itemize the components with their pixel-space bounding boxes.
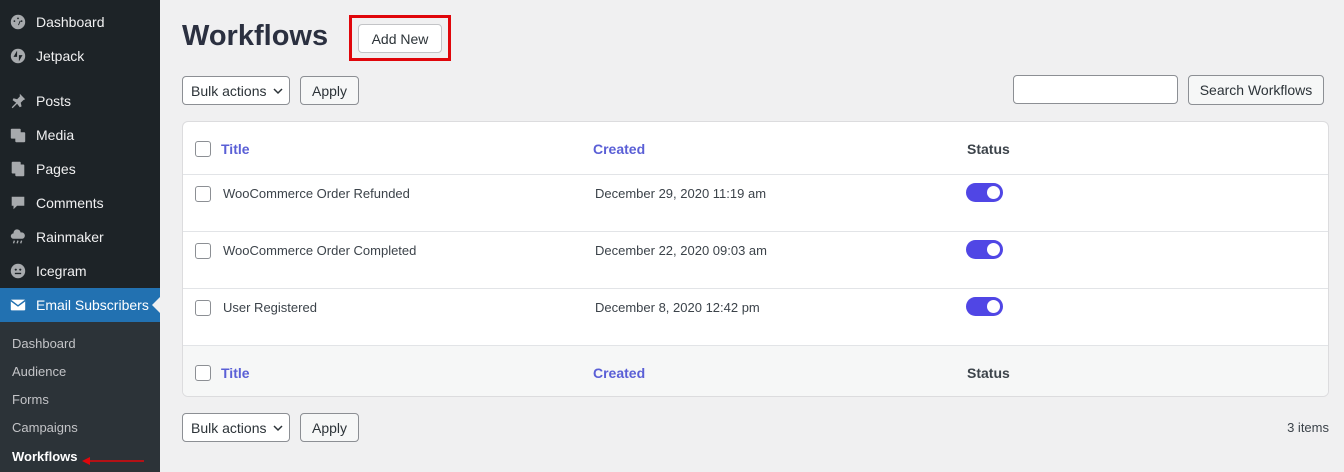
status-toggle[interactable] — [966, 183, 1003, 202]
email-icon — [10, 299, 26, 311]
submenu-campaigns[interactable]: Campaigns — [12, 420, 78, 435]
column-created-sort[interactable]: Created — [593, 141, 645, 157]
table-row: User Registered December 8, 2020 12:42 p… — [183, 289, 1328, 345]
menu-item-media[interactable]: Media — [0, 118, 160, 152]
table-row: WooCommerce Order Refunded December 29, … — [183, 175, 1328, 232]
apply-button-bottom[interactable]: Apply — [300, 413, 359, 442]
apply-button-top[interactable]: Apply — [300, 76, 359, 105]
search-workflows-button[interactable]: Search Workflows — [1188, 75, 1324, 105]
column-title-sort[interactable]: Title — [221, 141, 250, 157]
status-toggle[interactable] — [966, 297, 1003, 316]
media-icon — [10, 128, 26, 143]
status-toggle[interactable] — [966, 240, 1003, 259]
icegram-icon — [10, 263, 26, 279]
table-footer-row: Title Created Status — [183, 345, 1328, 396]
admin-sidebar: Dashboard Jetpack Posts Media Pages Comm… — [0, 0, 160, 472]
column-title-sort-footer[interactable]: Title — [221, 365, 250, 381]
pages-icon — [11, 161, 25, 177]
email-subscribers-submenu: Dashboard Audience Forms Campaigns Workf… — [0, 322, 160, 472]
pin-icon — [11, 93, 26, 109]
menu-item-jetpack[interactable]: Jetpack — [0, 39, 160, 73]
menu-item-label: Icegram — [36, 263, 87, 279]
comments-icon — [11, 196, 25, 210]
column-status: Status — [967, 141, 1010, 157]
menu-item-icegram[interactable]: Icegram — [0, 254, 160, 288]
menu-item-pages[interactable]: Pages — [0, 152, 160, 186]
bulk-actions-select-top[interactable]: Bulk actions — [182, 76, 290, 105]
column-created-sort-footer[interactable]: Created — [593, 365, 645, 381]
submenu-workflows[interactable]: Workflows — [12, 449, 78, 464]
menu-item-comments[interactable]: Comments — [0, 186, 160, 220]
page-title: Workflows — [182, 20, 329, 52]
menu-item-label: Rainmaker — [36, 229, 104, 245]
menu-item-label: Email Subscribers — [36, 297, 149, 313]
menu-item-label: Dashboard — [36, 14, 105, 30]
menu-item-label: Pages — [36, 161, 76, 177]
bulk-actions-label: Bulk actions — [191, 419, 267, 436]
toggle-knob — [987, 300, 1000, 313]
workflow-created: December 22, 2020 09:03 am — [595, 243, 767, 258]
dashboard-icon — [10, 14, 26, 30]
select-all-checkbox[interactable] — [195, 141, 211, 157]
submenu-dashboard[interactable]: Dashboard — [12, 336, 76, 351]
row-checkbox[interactable] — [195, 243, 211, 259]
column-status-footer: Status — [967, 365, 1010, 381]
chevron-down-icon — [273, 424, 284, 431]
workflow-created: December 29, 2020 11:19 am — [595, 186, 767, 201]
toggle-knob — [987, 243, 1000, 256]
items-count: 3 items — [1287, 420, 1329, 435]
submenu-forms[interactable]: Forms — [12, 392, 49, 407]
bulk-actions-label: Bulk actions — [191, 82, 267, 99]
menu-item-email-subscribers[interactable]: Email Subscribers — [0, 288, 160, 322]
menu-item-dashboard[interactable]: Dashboard — [0, 5, 160, 39]
workflow-title[interactable]: WooCommerce Order Completed — [223, 243, 416, 258]
workflows-table: Title Created Status WooCommerce Order R… — [182, 121, 1329, 397]
chevron-down-icon — [273, 87, 284, 94]
menu-item-posts[interactable]: Posts — [0, 84, 160, 118]
bulk-actions-select-bottom[interactable]: Bulk actions — [182, 413, 290, 442]
row-checkbox[interactable] — [195, 186, 211, 202]
table-row: WooCommerce Order Completed December 22,… — [183, 232, 1328, 289]
pointer-arrow-icon — [82, 457, 144, 465]
menu-item-label: Media — [36, 127, 75, 143]
submenu-audience[interactable]: Audience — [12, 364, 66, 379]
toggle-knob — [987, 186, 1000, 199]
menu-item-rainmaker[interactable]: Rainmaker — [0, 220, 160, 254]
cloud-icon — [10, 229, 25, 244]
workflow-title[interactable]: WooCommerce Order Refunded — [223, 186, 410, 201]
search-input[interactable] — [1013, 75, 1178, 104]
select-all-checkbox-footer[interactable] — [195, 365, 211, 381]
menu-item-label: Posts — [36, 93, 72, 109]
jetpack-icon — [10, 48, 26, 64]
workflow-title[interactable]: User Registered — [223, 300, 317, 315]
row-checkbox[interactable] — [195, 300, 211, 316]
menu-item-label: Comments — [36, 195, 104, 211]
workflow-created: December 8, 2020 12:42 pm — [595, 300, 760, 315]
add-new-button[interactable]: Add New — [358, 24, 442, 53]
table-header-row: Title Created Status — [183, 122, 1328, 175]
menu-item-label: Jetpack — [36, 48, 85, 64]
